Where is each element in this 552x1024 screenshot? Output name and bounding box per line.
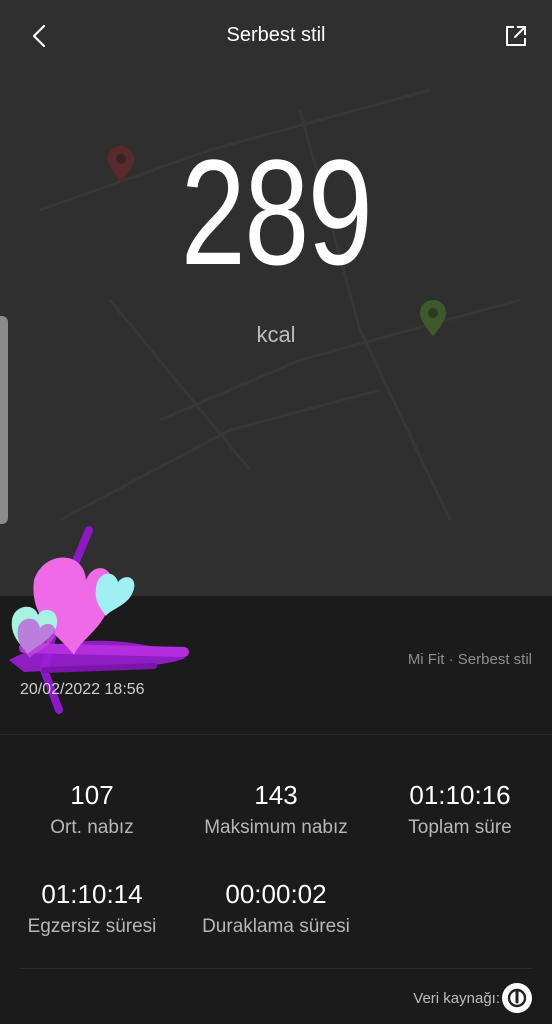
stat-value: 143 — [254, 780, 298, 810]
share-button[interactable] — [498, 18, 534, 54]
stat-label: Ort. nabız — [50, 817, 134, 838]
page-title: Serbest stil — [226, 24, 326, 46]
route-map-hero: Serbest stil 289 kcal — [0, 0, 552, 596]
calories-unit: kcal — [256, 322, 296, 347]
stat-value: 00:00:02 — [225, 879, 327, 909]
calories-value: 289 — [180, 128, 373, 296]
divider — [0, 734, 552, 735]
data-source-logo[interactable] — [502, 983, 532, 1013]
share-external-icon — [506, 26, 526, 46]
stat-exercise-time: 01:10:14 Egzersiz süresi — [0, 879, 184, 939]
data-source-label: Veri kaynağı: — [413, 990, 500, 1007]
stat-max-heart-rate: 143 Maksimum nabız — [184, 780, 368, 840]
stat-value: 107 — [70, 780, 114, 810]
stat-label: Toplam süre — [408, 817, 512, 838]
mi-fit-logo-icon — [507, 988, 527, 1008]
stat-avg-heart-rate: 107 Ort. nabız — [0, 780, 184, 840]
stat-total-time: 01:10:16 Toplam süre — [368, 780, 552, 840]
stat-label: Maksimum nabız — [204, 817, 348, 838]
top-bar: Serbest stil — [0, 0, 552, 72]
activity-source: Mi Fit · Serbest stil — [407, 651, 532, 668]
activity-datetime: 20/02/2022 18:56 — [20, 681, 145, 698]
side-drawer-handle[interactable] — [0, 316, 8, 524]
divider — [20, 968, 532, 969]
route-map-lines — [39, 88, 521, 522]
stat-value: 01:10:16 — [409, 780, 511, 810]
stat-value: 01:10:14 — [41, 879, 143, 909]
stat-label: Egzersiz süresi — [27, 916, 157, 937]
stat-pause-time: 00:00:02 Duraklama süresi — [184, 879, 368, 939]
stat-label: Duraklama süresi — [202, 916, 350, 937]
